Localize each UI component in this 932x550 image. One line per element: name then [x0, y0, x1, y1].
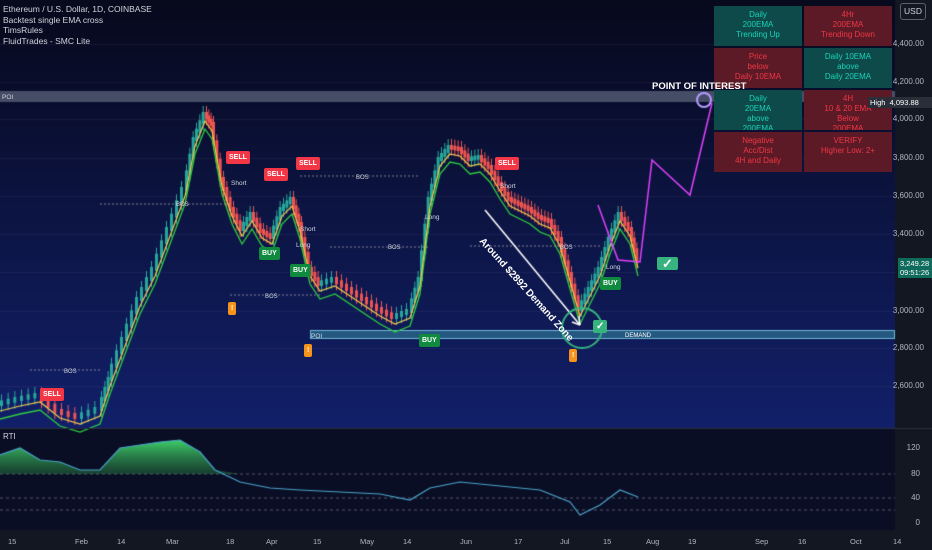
bos-label: BOS — [356, 175, 369, 181]
bos-label: BOS — [64, 369, 77, 375]
poi-zone-label: POI — [311, 333, 323, 340]
table-cell: 4Hr 200EMA Trending Down — [804, 6, 892, 46]
buy-signal[interactable]: BUY — [419, 334, 440, 347]
time-tick: Feb — [75, 537, 88, 546]
time-tick: Sep — [755, 537, 769, 546]
last-price-box: 3,249.28 09:51:26 — [898, 258, 932, 278]
time-tick: May — [360, 537, 375, 546]
chart-legend: Ethereum / U.S. Dollar, 1D, COINBASE Bac… — [3, 4, 152, 46]
rti-indicator-label[interactable]: RTI — [3, 432, 16, 441]
table-cell: VERIFY Higher Low: 2+ — [804, 132, 892, 172]
last-price: 3,249.28 — [900, 259, 930, 268]
rti-tick: 120 — [906, 443, 920, 452]
price-tick: 2,800.00 — [892, 343, 924, 352]
time-tick: Jun — [460, 537, 473, 546]
poi-left-label: POI — [2, 94, 14, 101]
bos-label: BOS — [560, 245, 573, 251]
long-label: Long — [425, 214, 440, 221]
time-tick: 15 — [8, 537, 17, 546]
time-tick: 19 — [688, 537, 697, 546]
price-tick: 4,000.00 — [892, 114, 924, 123]
indicator-ema-cross[interactable]: Backtest single EMA cross — [3, 15, 152, 26]
bos-label: BOS — [265, 294, 278, 300]
table-cell: Daily 10EMA above Daily 20EMA — [804, 48, 892, 88]
table-cell: 4H 10 & 20 EMA Below 200EMA — [804, 90, 892, 130]
buy-signal[interactable]: BUY — [290, 264, 311, 277]
time-tick: 15 — [603, 537, 612, 546]
indicator-timsrules[interactable]: TimsRules — [3, 25, 152, 36]
flag-marker[interactable]: ! — [569, 349, 578, 362]
countdown: 09:51:26 — [900, 268, 930, 277]
poi-title: POINT OF INTEREST — [652, 81, 747, 92]
high-price-box: High 4,093.88 — [868, 97, 932, 108]
bos-label: BOS — [388, 245, 401, 251]
time-tick: 15 — [313, 537, 322, 546]
rti-tick: 40 — [911, 493, 920, 502]
price-tick: 3,000.00 — [892, 306, 924, 315]
time-tick: Mar — [166, 537, 179, 546]
price-tick: 3,800.00 — [892, 153, 924, 162]
long-label: Long — [296, 242, 311, 249]
sell-signal[interactable]: SELL — [296, 157, 320, 170]
indicator-smc-lite[interactable]: FluidTrades - SMC Lite — [3, 36, 152, 47]
time-tick: 14 — [117, 537, 126, 546]
price-tick: 3,400.00 — [892, 229, 924, 238]
sell-signal[interactable]: SELL — [495, 157, 519, 170]
sell-signal[interactable]: SELL — [40, 388, 64, 401]
demand-label: DEMAND — [625, 333, 652, 339]
rti-tick: 80 — [911, 469, 920, 478]
sell-signal[interactable]: SELL — [264, 168, 288, 181]
sell-signal[interactable]: SELL — [226, 151, 250, 164]
long-label: Long — [606, 264, 621, 271]
checkmark-icon: ✓ — [593, 320, 608, 333]
time-tick: Aug — [646, 537, 660, 546]
time-tick: Jul — [560, 537, 570, 546]
bos-label: BOS — [176, 202, 189, 208]
short-label: Short — [300, 226, 316, 233]
short-label: Short — [231, 180, 247, 187]
buy-signal[interactable]: BUY — [259, 247, 280, 260]
high-tag: High — [870, 98, 886, 107]
checkmark-icon: ✓ — [657, 257, 678, 270]
time-tick: 14 — [893, 537, 902, 546]
price-tick: 4,400.00 — [892, 39, 924, 48]
table-cell: Daily 20EMA above 200EMA — [714, 90, 802, 130]
buy-signal[interactable]: BUY — [600, 277, 621, 290]
time-tick: Oct — [850, 537, 862, 546]
high-value: 4,093.88 — [889, 98, 919, 107]
symbol-title[interactable]: Ethereum / U.S. Dollar, 1D, COINBASE — [3, 4, 152, 15]
price-tick: 2,600.00 — [892, 381, 924, 390]
table-cell: Daily 200EMA Trending Up — [714, 6, 802, 46]
short-label: Short — [500, 183, 516, 190]
time-tick: 14 — [403, 537, 412, 546]
time-tick: Apr — [266, 537, 278, 546]
flag-marker[interactable]: ! — [304, 344, 313, 357]
currency-button[interactable]: USD — [900, 3, 926, 20]
time-tick: 17 — [514, 537, 523, 546]
time-tick: 18 — [226, 537, 235, 546]
table-cell: Negative Acc/Dist 4H and Daily — [714, 132, 802, 172]
rti-tick: 0 — [915, 518, 920, 527]
time-tick: 16 — [798, 537, 807, 546]
flag-marker[interactable]: ! — [228, 302, 237, 315]
price-tick: 3,600.00 — [892, 191, 924, 200]
price-tick: 4,200.00 — [892, 77, 924, 86]
